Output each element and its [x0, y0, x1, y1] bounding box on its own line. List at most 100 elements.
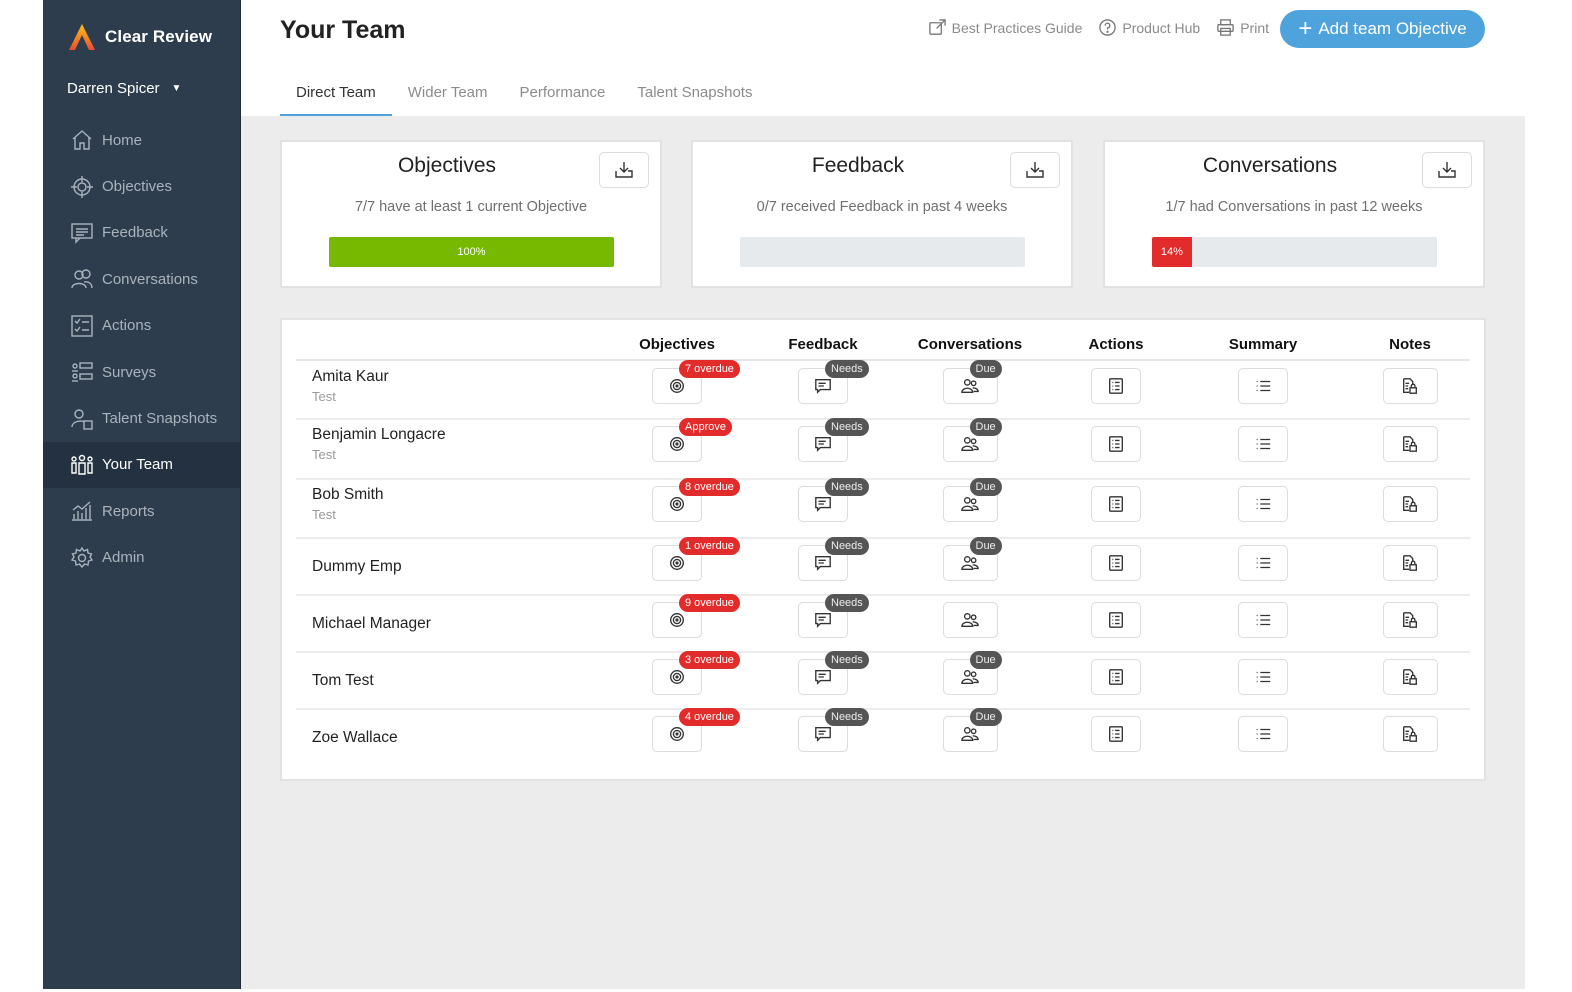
print-link[interactable]: Print — [1216, 18, 1269, 37]
column-header-actions: Actions — [1088, 336, 1144, 353]
conversations-button[interactable]: Due — [942, 537, 1002, 581]
summary-button[interactable] — [1238, 716, 1288, 752]
objectives-button[interactable]: 9 overdue — [652, 594, 740, 638]
tab-direct-team[interactable]: Direct Team — [280, 72, 392, 116]
objectives-status-badge: 3 overdue — [679, 651, 740, 669]
sidebar-item-admin[interactable]: Admin — [43, 535, 240, 581]
employee-name[interactable]: Bob Smith — [312, 486, 384, 504]
employee-name[interactable]: Tom Test — [312, 672, 374, 690]
objectives-button[interactable]: 3 overdue — [652, 651, 740, 695]
conversations-button[interactable]: Due — [942, 360, 1002, 404]
conversations-download-button[interactable] — [1422, 152, 1472, 188]
target-icon — [670, 670, 684, 684]
employee-name[interactable]: Amita Kaur — [312, 368, 389, 386]
employee-name[interactable]: Dummy Emp — [312, 558, 402, 576]
summary-button[interactable] — [1238, 368, 1288, 404]
tab-performance[interactable]: Performance — [504, 72, 622, 116]
checklist-icon — [1109, 555, 1123, 571]
employee-name[interactable]: Michael Manager — [312, 615, 431, 633]
objectives-status-badge: 7 overdue — [679, 360, 740, 378]
feedback-download-button[interactable] — [1010, 152, 1060, 188]
add-team-objective-button[interactable]: + Add team Objective — [1280, 10, 1485, 48]
product-hub-link[interactable]: Product Hub — [1098, 18, 1200, 37]
locked-note-icon — [1403, 436, 1417, 452]
user-menu[interactable]: Darren Spicer ▼ — [67, 80, 181, 97]
conversations-button[interactable]: Due — [942, 418, 1002, 462]
sidebar-item-your-team[interactable]: Your Team — [43, 441, 240, 489]
app-frame: Clear Review Darren Spicer ▼ Home Objecti… — [43, 0, 1525, 989]
objectives-button[interactable]: Approve — [652, 418, 732, 462]
user-name: Darren Spicer — [67, 80, 160, 97]
employee-name[interactable]: Zoe Wallace — [312, 729, 398, 747]
tab-wider-team[interactable]: Wider Team — [392, 72, 504, 116]
objectives-status-badge: 4 overdue — [679, 708, 740, 726]
summary-button[interactable] — [1238, 545, 1288, 581]
tab-talent-snapshots[interactable]: Talent Snapshots — [621, 72, 768, 116]
summary-button[interactable] — [1238, 602, 1288, 638]
locked-note-icon — [1403, 612, 1417, 628]
actions-button[interactable] — [1091, 545, 1141, 581]
summary-button[interactable] — [1238, 659, 1288, 695]
sidebar-item-talent-snapshots[interactable]: Talent Snapshots — [43, 395, 240, 441]
sidebar-item-label: Surveys — [102, 363, 157, 381]
sidebar-item-reports[interactable]: Reports — [43, 488, 240, 534]
summary-button[interactable] — [1238, 426, 1288, 462]
target-icon — [670, 497, 684, 511]
actions-button[interactable] — [1091, 716, 1141, 752]
sidebar-item-home[interactable]: Home — [43, 117, 240, 163]
conversations-icon — [961, 437, 979, 451]
objectives-button[interactable]: 8 overdue — [652, 478, 740, 522]
sidebar-item-label: Conversations — [102, 270, 198, 288]
card-subtitle: 7/7 have at least 1 current Objective — [354, 199, 588, 215]
notes-button[interactable] — [1382, 486, 1438, 522]
employee-role: Test — [312, 389, 336, 404]
sidebar-item-feedback[interactable]: Feedback — [43, 210, 240, 256]
actions-button[interactable] — [1091, 602, 1141, 638]
feedback-button[interactable]: Needs — [798, 478, 869, 522]
notes-button[interactable] — [1382, 545, 1438, 581]
feedback-button[interactable]: Needs — [798, 360, 869, 404]
sidebar-item-actions[interactable]: Actions — [43, 303, 240, 349]
sidebar-item-conversations[interactable]: Conversations — [43, 256, 240, 302]
conversations-button[interactable]: Due — [942, 651, 1002, 695]
objectives-button[interactable]: 7 overdue — [652, 360, 740, 404]
brand[interactable]: Clear Review — [67, 22, 212, 52]
conversations-button[interactable]: Due — [942, 708, 1002, 752]
feedback-button[interactable]: Needs — [798, 418, 869, 462]
conversations-button[interactable] — [942, 602, 998, 638]
print-label: Print — [1240, 19, 1269, 36]
notes-button[interactable] — [1382, 659, 1438, 695]
conversations-button[interactable]: Due — [942, 478, 1002, 522]
sidebar-item-surveys[interactable]: Surveys — [43, 349, 240, 395]
conversations-status-badge: Due — [969, 708, 1002, 726]
notes-button[interactable] — [1382, 426, 1438, 462]
table-row: Zoe Wallace 4 overdue Needs Due — [296, 708, 1470, 770]
sidebar-item-objectives[interactable]: Objectives — [43, 163, 240, 209]
actions-button[interactable] — [1091, 426, 1141, 462]
employee-name[interactable]: Benjamin Longacre — [312, 426, 446, 444]
feedback-status-badge: Needs — [825, 360, 869, 378]
feedback-button[interactable]: Needs — [798, 594, 869, 638]
feedback-button[interactable]: Needs — [798, 708, 869, 752]
objectives-button[interactable]: 1 overdue — [652, 537, 740, 581]
feedback-button[interactable]: Needs — [798, 537, 869, 581]
objectives-status-badge: Approve — [679, 418, 732, 436]
notes-button[interactable] — [1382, 716, 1438, 752]
actions-button[interactable] — [1091, 368, 1141, 404]
notes-button[interactable] — [1382, 368, 1438, 404]
list-icon — [1256, 557, 1271, 569]
summary-button[interactable] — [1238, 486, 1288, 522]
target-icon — [670, 437, 684, 451]
sidebar-item-label: Reports — [102, 502, 155, 520]
actions-button[interactable] — [1091, 486, 1141, 522]
objectives-progress-bar: 100% — [329, 237, 614, 267]
objectives-button[interactable]: 4 overdue — [652, 708, 740, 752]
caret-down-icon: ▼ — [171, 83, 182, 94]
objectives-download-button[interactable] — [599, 152, 649, 188]
card-title: Feedback — [811, 154, 905, 177]
feedback-button[interactable]: Needs — [798, 651, 869, 695]
feedback-icon — [815, 556, 831, 571]
notes-button[interactable] — [1382, 602, 1438, 638]
best-practices-link[interactable]: Best Practices Guide — [928, 18, 1082, 37]
actions-button[interactable] — [1091, 659, 1141, 695]
